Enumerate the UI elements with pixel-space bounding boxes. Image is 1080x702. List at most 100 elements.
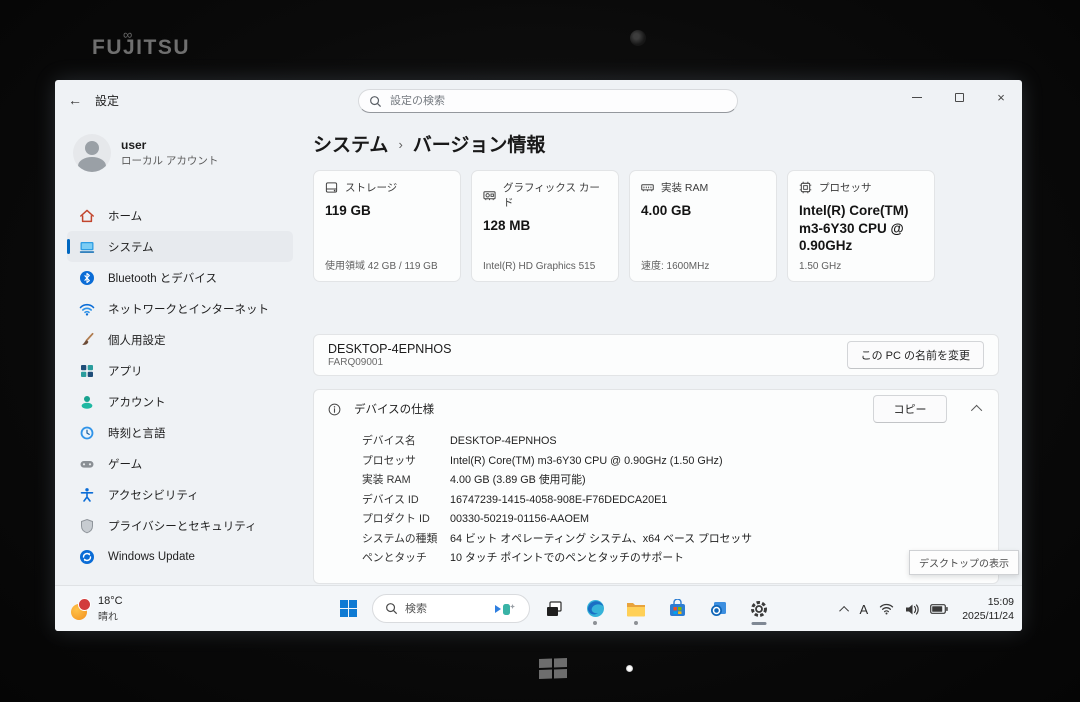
outlook-icon xyxy=(709,599,728,618)
outlook-button[interactable] xyxy=(701,591,735,627)
device-model: FARQ09001 xyxy=(328,357,451,368)
storage-value: 119 GB xyxy=(325,202,449,220)
edge-icon xyxy=(586,599,605,618)
windows-start-icon xyxy=(339,599,358,618)
spec-row-device-id: デバイス ID 16747239-1415-4058-908E-F76DEDCA… xyxy=(362,491,998,511)
tablet-screen: ← 設定 × user ローカル アカウント xyxy=(55,80,1022,631)
sidebar-nav: ホーム システム Bluetooth とデバイス xyxy=(67,200,293,572)
taskbar: 18°C 晴れ xyxy=(55,585,1022,631)
device-spec-title: デバイスの仕様 xyxy=(354,401,860,417)
sidebar-item-network-internet[interactable]: ネットワークとインターネット xyxy=(67,293,293,324)
breadcrumb-system[interactable]: システム xyxy=(313,130,388,157)
sidebar-item-bluetooth-devices[interactable]: Bluetooth とデバイス xyxy=(67,262,293,293)
search-icon xyxy=(369,95,382,108)
user-name: user xyxy=(121,138,218,152)
task-view-button[interactable] xyxy=(537,591,571,627)
battery-icon[interactable] xyxy=(930,604,948,614)
ime-indicator[interactable]: A xyxy=(860,602,869,617)
edge-button[interactable] xyxy=(578,591,612,627)
accounts-icon xyxy=(79,394,95,410)
gpu-icon xyxy=(483,189,496,202)
sidebar-item-personalization[interactable]: 個人用設定 xyxy=(67,324,293,355)
webcam xyxy=(630,30,646,46)
sidebar-item-time-language[interactable]: 時刻と言語 xyxy=(67,417,293,448)
ram-icon xyxy=(641,181,654,194)
info-icon xyxy=(328,403,341,416)
spec-row-ram: 実装 RAM 4.00 GB (3.89 GB 使用可能) xyxy=(362,471,998,491)
file-explorer-button[interactable] xyxy=(619,591,653,627)
microsoft-store-icon xyxy=(668,599,687,618)
taskbar-search-box[interactable] xyxy=(372,594,530,623)
storage-card: ストレージ 119 GB 使用領域 42 GB / 119 GB xyxy=(313,170,461,282)
minimize-button[interactable] xyxy=(896,80,938,114)
ram-footer: 速度: 1600MHz xyxy=(641,257,765,272)
file-explorer-icon xyxy=(626,600,646,618)
back-button[interactable]: ← xyxy=(55,92,95,108)
windows-update-icon xyxy=(79,549,95,565)
graphics-footer: Intel(R) HD Graphics 515 xyxy=(483,261,607,272)
time-language-icon xyxy=(79,425,95,441)
processor-footer: 1.50 GHz xyxy=(799,261,923,272)
settings-main: システム › バージョン情報 ストレージ 119 GB 使用領域 42 xyxy=(303,120,1022,585)
weather-sun-icon xyxy=(69,598,91,620)
copy-button[interactable]: コピー xyxy=(873,395,947,423)
tray-chevron-up-icon[interactable] xyxy=(839,605,849,615)
speaker-icon[interactable] xyxy=(905,603,919,616)
bluetooth-icon xyxy=(79,270,95,286)
rename-pc-button[interactable]: この PC の名前を変更 xyxy=(847,341,984,369)
running-indicator xyxy=(634,621,638,625)
sidebar-item-windows-update[interactable]: Windows Update xyxy=(67,541,293,572)
device-spec-expander: デバイスの仕様 コピー デバイス名 DESKTOP-4EPNHOS プロセッサ … xyxy=(313,389,999,584)
weather-widget[interactable]: 18°C 晴れ xyxy=(63,591,129,627)
minimize-icon xyxy=(912,97,922,98)
storage-icon xyxy=(325,181,338,194)
tray-date: 2025/11/24 xyxy=(962,609,1014,623)
device-name: DESKTOP-4EPNHOS xyxy=(328,342,451,356)
sidebar-item-privacy-security[interactable]: プライバシーとセキュリティ xyxy=(67,510,293,541)
storage-footer: 使用領域 42 GB / 119 GB xyxy=(325,257,449,272)
sidebar-item-gaming[interactable]: ゲーム xyxy=(67,448,293,479)
avatar xyxy=(73,134,111,172)
sidebar-item-accounts[interactable]: アカウント xyxy=(67,386,293,417)
sidebar-item-accessibility[interactable]: アクセシビリティ xyxy=(67,479,293,510)
device-spec-rows: デバイス名 DESKTOP-4EPNHOS プロセッサ Intel(R) Cor… xyxy=(314,428,998,569)
graphics-card: グラフィックス カード 128 MB Intel(R) HD Graphics … xyxy=(471,170,619,282)
sidebar-item-home[interactable]: ホーム xyxy=(67,200,293,231)
spec-cards-row: ストレージ 119 GB 使用領域 42 GB / 119 GB グラフィックス xyxy=(313,170,999,282)
settings-search-input[interactable] xyxy=(390,95,727,107)
chevron-up-icon[interactable] xyxy=(971,405,982,416)
spec-row-processor: プロセッサ Intel(R) Core(TM) m3-6Y30 CPU @ 0.… xyxy=(362,452,998,472)
sidebar-item-apps[interactable]: アプリ xyxy=(67,355,293,386)
window-controls: × xyxy=(896,80,1022,114)
windows-bezel-logo xyxy=(538,656,568,680)
taskbar-clock[interactable]: 15:09 2025/11/24 xyxy=(959,595,1014,623)
maximize-icon xyxy=(955,93,964,102)
gaming-icon xyxy=(79,456,95,472)
sidebar-item-system[interactable]: システム xyxy=(67,231,293,262)
close-button[interactable]: × xyxy=(980,80,1022,114)
gear-icon xyxy=(749,599,769,619)
active-app-indicator xyxy=(752,622,767,625)
privacy-icon xyxy=(79,518,95,534)
device-spec-header[interactable]: デバイスの仕様 コピー xyxy=(314,390,998,428)
network-icon xyxy=(79,301,95,317)
spec-row-device-name: デバイス名 DESKTOP-4EPNHOS xyxy=(362,432,998,452)
store-button[interactable] xyxy=(660,591,694,627)
taskbar-search-input[interactable] xyxy=(405,603,485,615)
user-account-type: ローカル アカウント xyxy=(121,153,218,168)
weather-temp: 18°C xyxy=(98,595,123,607)
maximize-button[interactable] xyxy=(938,80,980,114)
settings-taskbar-button[interactable] xyxy=(742,591,776,627)
accessibility-icon xyxy=(79,487,95,503)
taskbar-center xyxy=(301,591,776,627)
apps-icon xyxy=(79,363,95,379)
settings-titlebar: ← 設定 × xyxy=(55,80,1022,120)
show-desktop-tooltip: デスクトップの表示 xyxy=(909,550,1019,575)
ram-value: 4.00 GB xyxy=(641,202,765,220)
wifi-icon[interactable] xyxy=(879,603,894,615)
start-button[interactable] xyxy=(331,591,365,627)
processor-card: プロセッサ Intel(R) Core(TM) m3-6Y30 CPU @ 0.… xyxy=(787,170,935,282)
settings-search-box[interactable] xyxy=(358,89,738,113)
user-account-block[interactable]: user ローカル アカウント xyxy=(67,126,293,172)
ram-card: 実装 RAM 4.00 GB 速度: 1600MHz xyxy=(629,170,777,282)
